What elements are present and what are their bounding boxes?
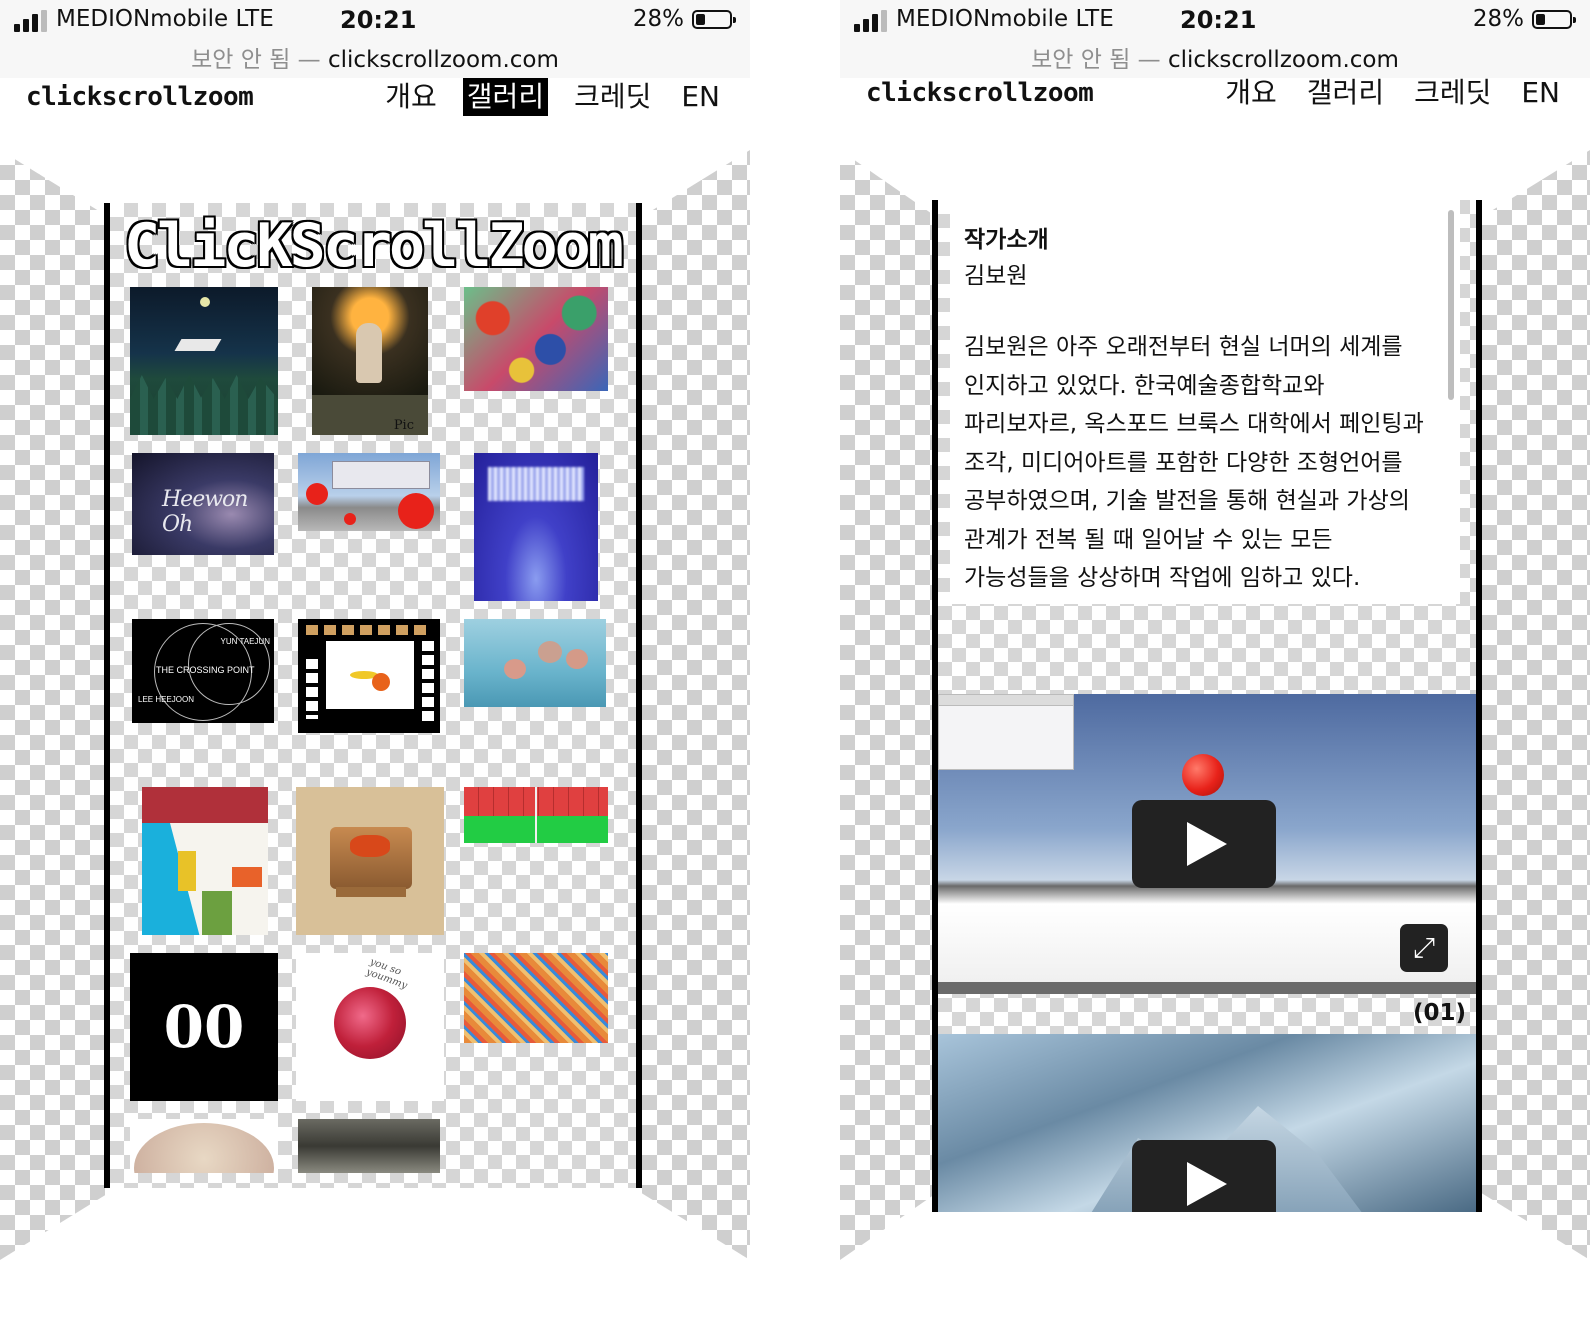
battery-icon xyxy=(1532,10,1576,29)
bio-heading: 작가소개 xyxy=(960,218,1053,256)
insecure-note: 보안 안 됨 — xyxy=(191,47,321,73)
battery-percent: 28% xyxy=(1472,6,1524,32)
video-counter: (01) xyxy=(1412,1000,1466,1026)
artwork-thumb-blue-abstract[interactable] xyxy=(474,453,598,601)
expand-icon[interactable]: ⤢ xyxy=(1400,924,1448,972)
signal-icon xyxy=(14,10,48,32)
nav-links: 개요 갤러리 크레딧 EN xyxy=(1221,74,1564,112)
address-bar[interactable]: 보안 안 됨 — clickscrollzoom.com xyxy=(840,40,1590,74)
nav-credits[interactable]: 크레딧 xyxy=(570,78,655,116)
status-bar: MEDIONmobile LTE 20:21 28% 보안 안 됨 — clic… xyxy=(0,0,750,79)
thumb-label-crossing-artist-bottom: LEE HEEJOON xyxy=(138,695,195,704)
address-bar[interactable]: 보안 안 됨 — clickscrollzoom.com xyxy=(0,40,750,74)
thumb-label-heewon: Heewon Oh xyxy=(162,487,248,537)
checker-wall-right xyxy=(642,150,750,1260)
bio-line: 조각, 미디어아트를 포함한 다양한 조형언어를 xyxy=(964,449,1403,476)
play-icon[interactable] xyxy=(1132,1140,1276,1212)
site-brand[interactable]: clickscrollzoom xyxy=(866,78,1094,108)
artwork-thumb-heewon-oh[interactable]: Heewon Oh xyxy=(132,453,274,555)
nav-language[interactable]: EN xyxy=(677,78,724,116)
checker-wall-right xyxy=(1482,150,1590,1260)
nav-links: 개요 갤러리 크레딧 EN xyxy=(381,78,724,116)
artwork-thumb-golden-box[interactable] xyxy=(296,787,444,935)
bio-line: 공부하였으며, 기술 발전을 통해 현실과 가상의 xyxy=(964,488,1410,514)
video-window-overlay xyxy=(938,694,1074,770)
artwork-thumb-you-so-yummy[interactable]: you so yoummy xyxy=(296,953,444,1101)
signal-icon xyxy=(854,10,888,32)
checker-wall-left xyxy=(840,150,936,1260)
url-text: clickscrollzoom.com xyxy=(328,47,559,73)
video-player-2[interactable] xyxy=(938,1034,1476,1212)
bio-scrollbar[interactable] xyxy=(1448,210,1454,400)
site-nav: clickscrollzoom 개요 갤러리 크레딧 EN xyxy=(0,78,750,120)
artwork-thumb-red-spheres[interactable] xyxy=(298,453,440,531)
bio-line: 관계가 전복 될 때 일어날 수 있는 모든 xyxy=(964,526,1333,553)
nav-overview[interactable]: 개요 xyxy=(1221,74,1281,112)
artist-bio-box: 작가소개 김보원 김보원은 아주 오래전부터 현실 너머의 세계를 인지하고 있… xyxy=(950,200,1460,604)
thumb-label-crossing-artist-top: YUN TAEJUN xyxy=(220,637,271,646)
artwork-thumb-colorful-crowd[interactable] xyxy=(464,287,608,391)
gallery-panel[interactable]: ClicKScrollZoom Pic Heewon Oh YUN TAEJUN… xyxy=(104,203,642,1188)
battery-icon xyxy=(692,10,736,29)
detail-panel[interactable]: 작가소개 김보원 김보원은 아주 오래전부터 현실 너머의 세계를 인지하고 있… xyxy=(932,200,1482,1212)
url-text: clickscrollzoom.com xyxy=(1168,47,1399,73)
artwork-thumb-house-shapes[interactable] xyxy=(142,787,268,935)
thumb-label-zero: 00 xyxy=(163,993,245,1061)
nav-language[interactable]: EN xyxy=(1517,74,1564,112)
play-icon[interactable] xyxy=(1132,800,1276,888)
nav-credits[interactable]: 크레딧 xyxy=(1410,74,1495,112)
artwork-thumb-brick-field[interactable] xyxy=(464,787,608,843)
clock: 20:21 xyxy=(340,6,417,34)
battery-fill xyxy=(1536,14,1545,25)
nav-gallery[interactable]: 갤러리 xyxy=(462,78,549,116)
gallery-logo-title: ClicKScrollZoom xyxy=(124,211,624,281)
battery-percent: 28% xyxy=(632,6,684,32)
nav-gallery[interactable]: 갤러리 xyxy=(1303,74,1388,112)
artwork-thumb-forest[interactable] xyxy=(130,287,278,435)
thumb-label-crossing-title: THE CROSSING POINT xyxy=(156,665,255,675)
site-nav: clickscrollzoom 개요 갤러리 크레딧 EN xyxy=(840,76,1590,120)
artwork-thumb-dark-scene[interactable] xyxy=(298,1119,440,1173)
carrier-label: MEDIONmobile LTE xyxy=(56,6,274,32)
artwork-thumb-zero-zero[interactable]: 00 xyxy=(130,953,278,1101)
bio-line: 파리보자르, 옥스포드 브룩스 대학에서 페인팅과 xyxy=(964,411,1424,437)
artist-bio-text: 김보원은 아주 오래전부터 현실 너머의 세계를 인지하고 있었다. 한국예술종… xyxy=(964,328,1448,598)
video-player-1[interactable]: ⤢ xyxy=(938,694,1476,994)
site-brand[interactable]: clickscrollzoom xyxy=(26,82,254,112)
phone-gallery-view: MEDIONmobile LTE 20:21 28% 보안 안 됨 — clic… xyxy=(0,0,750,1334)
clock: 20:21 xyxy=(1180,6,1257,34)
artwork-thumb-crossing-point[interactable]: YUN TAEJUN THE CROSSING POINT LEE HEEJOO… xyxy=(132,619,274,723)
carrier-label: MEDIONmobile LTE xyxy=(896,6,1114,32)
thumb-label-pic: Pic xyxy=(393,418,414,433)
checker-wall-left xyxy=(0,150,108,1260)
battery-fill xyxy=(696,14,705,25)
nav-overview[interactable]: 개요 xyxy=(381,78,441,116)
artwork-thumb-face-sculpture[interactable] xyxy=(130,1119,278,1173)
artist-name: 김보원 xyxy=(964,263,1028,289)
artwork-thumb-swimmers[interactable] xyxy=(464,619,606,707)
bio-line: 가능성들을 상상하며 작업에 임하고 있다. xyxy=(964,565,1361,591)
phone-detail-view: MEDIONmobile LTE 20:21 28% 보안 안 됨 — clic… xyxy=(840,0,1590,1334)
artwork-thumb-crowd-pattern[interactable] xyxy=(464,953,608,1043)
artwork-thumb-game-grid[interactable] xyxy=(298,619,440,733)
bio-line: 김보원은 아주 오래전부터 현실 너머의 세계를 xyxy=(964,334,1403,360)
status-bar: MEDIONmobile LTE 20:21 28% 보안 안 됨 — clic… xyxy=(840,0,1590,79)
bio-line: 인지하고 있었다. 한국예술종합학교와 xyxy=(964,372,1325,399)
video-red-ball xyxy=(1182,754,1224,796)
artwork-thumb-fire-figure[interactable]: Pic xyxy=(312,287,428,435)
insecure-note: 보안 안 됨 — xyxy=(1031,47,1161,73)
